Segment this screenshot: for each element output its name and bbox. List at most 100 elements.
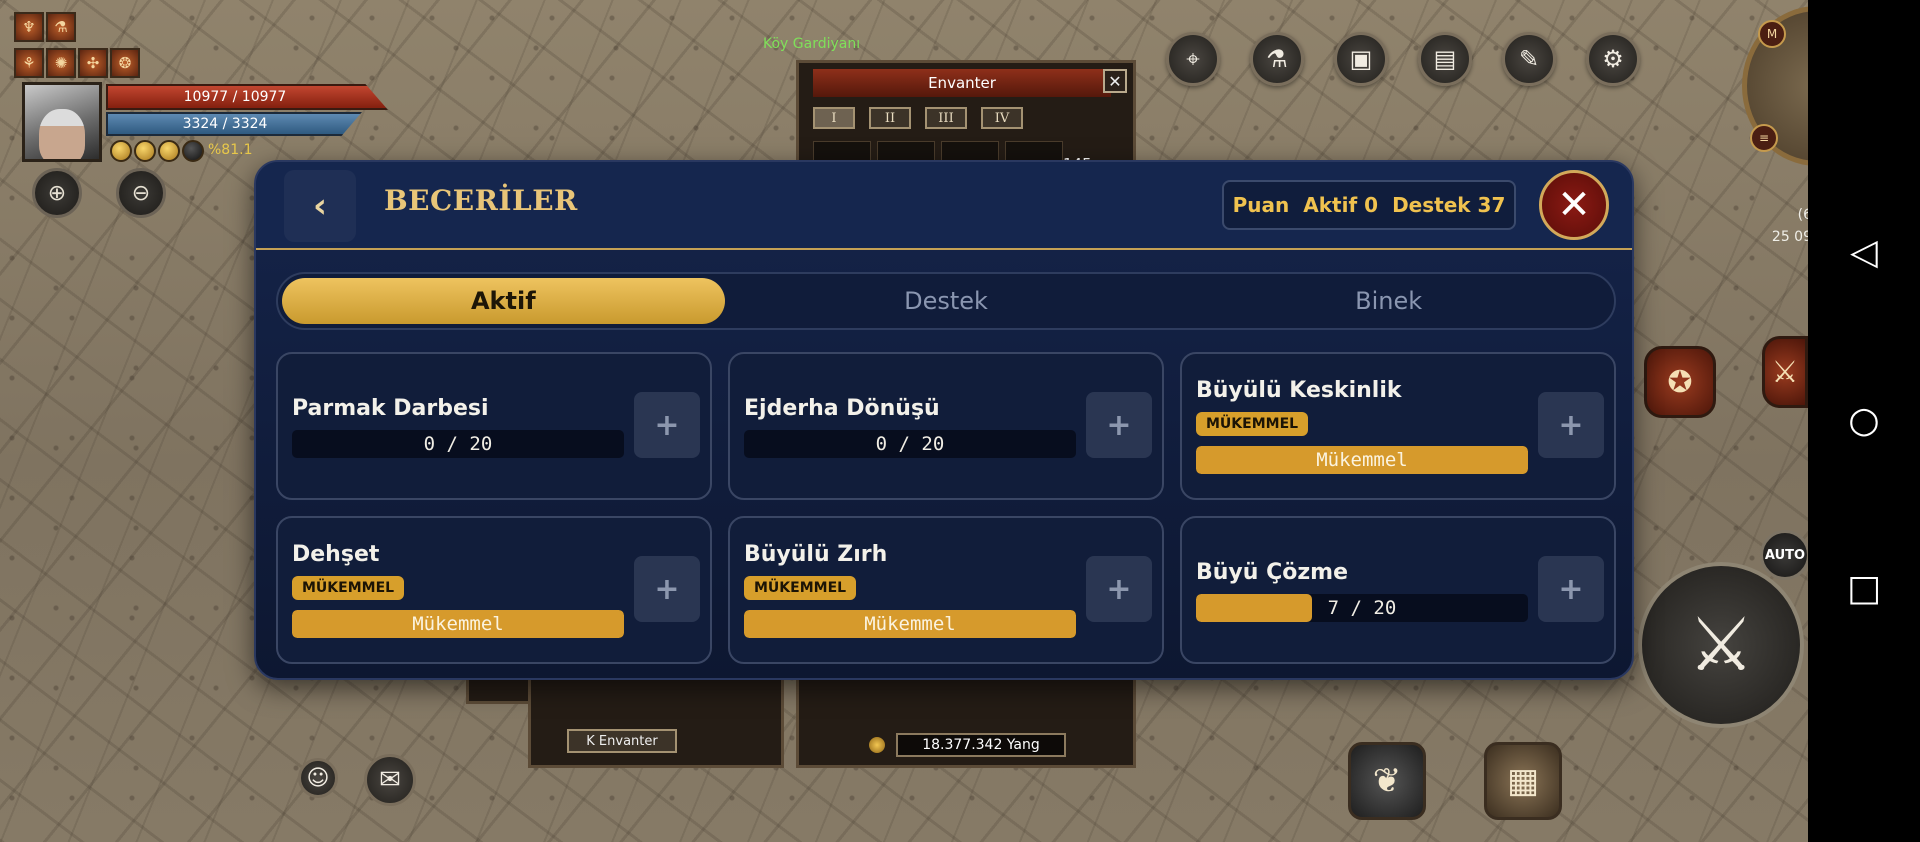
- skill-name: Büyülü Zırh: [744, 542, 888, 567]
- skill-card[interactable]: Büyülü Zırh MÜKEMMEL Mükemmel +: [728, 516, 1164, 664]
- coordinates-line-1: (6: [1797, 207, 1812, 223]
- exp-orb-3: [158, 140, 180, 162]
- coordinates-line-2: 25 09: [1771, 229, 1812, 245]
- minimap-menu-button[interactable]: ≡: [1750, 124, 1778, 152]
- npc-name-label: Köy Gardiyanı: [763, 36, 861, 52]
- minimap-m-button[interactable]: M: [1758, 20, 1786, 48]
- exp-percent: %81.1: [208, 142, 253, 158]
- k-inventory-button[interactable]: K Envanter: [567, 729, 677, 753]
- nav-recents-icon[interactable]: □: [1847, 571, 1881, 607]
- exp-orb-4: [182, 140, 204, 162]
- skill-level-text: Mükemmel: [1316, 449, 1408, 471]
- skill-name: Parmak Darbesi: [292, 396, 489, 421]
- hp-text: 10977 / 10977: [183, 89, 287, 105]
- mp-text: 3324 / 3324: [182, 116, 268, 132]
- skill-card[interactable]: Büyü Çözme 7 / 20 +: [1180, 516, 1616, 664]
- skill-level-text: Mükemmel: [412, 613, 504, 635]
- tab-destek[interactable]: Destek: [725, 278, 1168, 324]
- character-portrait[interactable]: [22, 82, 102, 162]
- mastery-badge: MÜKEMMEL: [744, 576, 857, 600]
- alchemy-icon[interactable]: ⚗: [1250, 32, 1304, 86]
- dragon-skill-icon[interactable]: ❦: [1348, 742, 1426, 820]
- buff-icon-1: ♆: [14, 12, 44, 42]
- buff-icon-4: ✣: [78, 48, 108, 78]
- exp-orb-2: [134, 140, 156, 162]
- skill-card[interactable]: Dehşet MÜKEMMEL Mükemmel +: [276, 516, 712, 664]
- inventory-close-icon[interactable]: ✕: [1103, 69, 1127, 93]
- skill-name: Dehşet: [292, 542, 380, 567]
- attack-sword-button[interactable]: ⚔: [1638, 562, 1804, 728]
- nav-home-icon[interactable]: ○: [1848, 403, 1879, 439]
- android-nav-bar: ◁ ○ □: [1808, 0, 1920, 842]
- mastery-badge: MÜKEMMEL: [1196, 412, 1309, 436]
- location-pin-icon[interactable]: ⌖: [1166, 32, 1220, 86]
- tab-binek[interactable]: Binek: [1167, 278, 1610, 324]
- inventory-tab-2[interactable]: II: [869, 107, 911, 129]
- back-button[interactable]: ‹: [284, 170, 356, 242]
- mastery-badge: MÜKEMMEL: [292, 576, 405, 600]
- zoom-out-button[interactable]: ⊖: [116, 168, 166, 218]
- skill-level-bar: 0 / 20: [292, 430, 624, 458]
- mail-icon[interactable]: ✉: [364, 754, 416, 806]
- support-points: Destek 37: [1392, 193, 1506, 217]
- inventory-title: Envanter: [813, 69, 1111, 97]
- hp-bar: 10977 / 10977: [106, 84, 388, 110]
- skill-level-text: Mükemmel: [864, 613, 956, 635]
- skill-level-bar: Mükemmel: [292, 610, 624, 638]
- skill-name: Büyülü Keskinlik: [1196, 378, 1402, 403]
- skill-level-text: 0 / 20: [875, 433, 945, 455]
- buff-icon-2: ⚘: [14, 48, 44, 78]
- chevron-left-icon: ‹: [312, 186, 327, 226]
- yang-coin-icon: [869, 737, 885, 753]
- mp-bar: 3324 / 3324: [106, 112, 362, 136]
- pencil-icon[interactable]: ✎: [1502, 32, 1556, 86]
- inventory-tab-1[interactable]: I: [813, 107, 855, 129]
- tab-aktif[interactable]: Aktif: [282, 278, 725, 324]
- yang-amount: 18.377.342 Yang: [896, 733, 1066, 757]
- skill-level-text: 0 / 20: [423, 433, 493, 455]
- coordinates-text: (6 25 09: [1766, 204, 1812, 248]
- skills-tabs: Aktif Destek Binek: [276, 272, 1616, 330]
- skill-slot-horse[interactable]: ✪: [1644, 346, 1716, 418]
- page-title: BECERİLER: [384, 184, 578, 217]
- rune-skill-icon[interactable]: ▦: [1484, 742, 1562, 820]
- skill-level-bar: Mükemmel: [1196, 446, 1528, 474]
- book-icon[interactable]: ▤: [1418, 32, 1472, 86]
- skill-card[interactable]: Parmak Darbesi 0 / 20 +: [276, 352, 712, 500]
- close-button[interactable]: ✕: [1539, 170, 1609, 240]
- skill-level-text: 7 / 20: [1327, 597, 1397, 619]
- auto-button[interactable]: AUTO: [1760, 530, 1810, 580]
- potion-icon: ⚗: [46, 12, 76, 42]
- add-skill-point-button[interactable]: +: [1086, 392, 1152, 458]
- nav-back-icon[interactable]: ◁: [1850, 235, 1878, 271]
- buff-icon-5: ❂: [110, 48, 140, 78]
- inventory-tab-3[interactable]: III: [925, 107, 967, 129]
- skill-level-bar: Mükemmel: [744, 610, 1076, 638]
- skill-name: Büyü Çözme: [1196, 560, 1349, 585]
- skills-panel-header: ‹ BECERİLER Puan Aktif 0 Destek 37 ✕: [256, 162, 1632, 250]
- active-points: Aktif 0: [1303, 193, 1379, 217]
- skill-card[interactable]: Ejderha Dönüşü 0 / 20 +: [728, 352, 1164, 500]
- add-skill-point-button[interactable]: +: [634, 556, 700, 622]
- zoom-in-button[interactable]: ⊕: [32, 168, 82, 218]
- close-icon: ✕: [1557, 182, 1591, 228]
- buff-icon-3: ✺: [46, 48, 76, 78]
- emoji-icon[interactable]: ☺: [298, 758, 338, 798]
- points-label: Puan: [1232, 193, 1290, 217]
- inventory-bag-icon[interactable]: ▣: [1334, 32, 1388, 86]
- skills-grid: Parmak Darbesi 0 / 20 + Ejderha Dönüşü 0 / 2…: [276, 352, 1616, 664]
- add-skill-point-button[interactable]: +: [1538, 392, 1604, 458]
- skill-level-bar: 0 / 20: [744, 430, 1076, 458]
- gear-icon[interactable]: ⚙: [1586, 32, 1640, 86]
- exp-orb-1: [110, 140, 132, 162]
- skill-card[interactable]: Büyülü Keskinlik MÜKEMMEL Mükemmel +: [1180, 352, 1616, 500]
- add-skill-point-button[interactable]: +: [1086, 556, 1152, 622]
- skill-level-bar: 7 / 20: [1196, 594, 1528, 622]
- add-skill-point-button[interactable]: +: [634, 392, 700, 458]
- skill-points-summary: Puan Aktif 0 Destek 37: [1222, 180, 1516, 230]
- skills-panel: ‹ BECERİLER Puan Aktif 0 Destek 37 ✕ Akt…: [254, 160, 1634, 680]
- inventory-tab-4[interactable]: IV: [981, 107, 1023, 129]
- skill-slot-sword[interactable]: ⚔: [1762, 336, 1808, 408]
- add-skill-point-button[interactable]: +: [1538, 556, 1604, 622]
- skill-name: Ejderha Dönüşü: [744, 396, 940, 421]
